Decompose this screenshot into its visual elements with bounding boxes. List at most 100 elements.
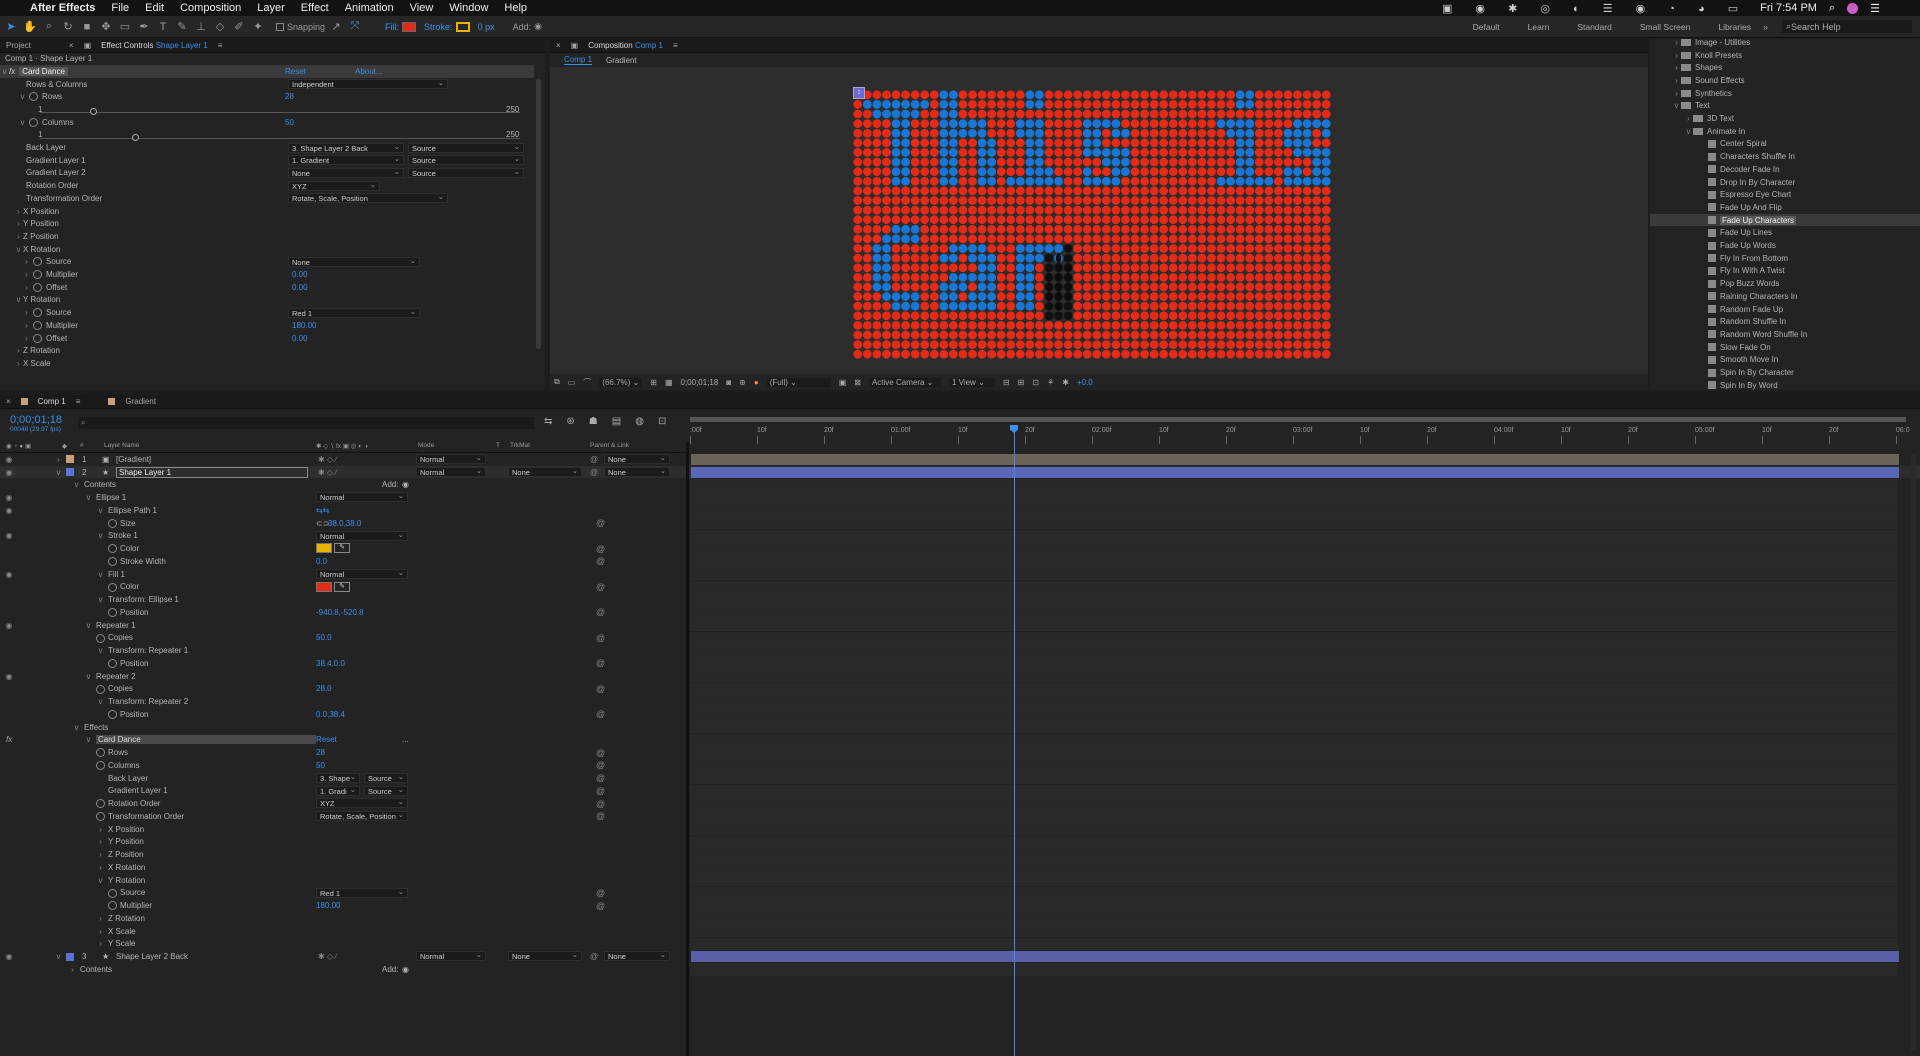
type-tool-icon[interactable]: T xyxy=(155,19,171,35)
property-row[interactable]: v Transform: Repeater 2 xyxy=(0,695,1920,708)
fx-icon[interactable]: fx xyxy=(9,67,15,76)
camera-dropdown[interactable]: Active Camera ⌄ xyxy=(868,377,941,387)
effect-row-source[interactable]: › Source None xyxy=(0,256,534,269)
stopwatch-icon[interactable] xyxy=(33,270,42,280)
expression-pickwhip-icon[interactable]: @ xyxy=(596,684,605,694)
effects-item[interactable]: Random Fade Up xyxy=(1650,303,1920,316)
lock-icon[interactable]: ▣ xyxy=(84,41,92,50)
property-row[interactable]: Back Layer3. ShapeSource@ xyxy=(0,771,1920,785)
twirl-right-icon[interactable]: › xyxy=(96,850,105,859)
menu-layer[interactable]: Layer xyxy=(257,2,285,14)
tab-timeline-gradient[interactable]: Gradient xyxy=(125,397,156,406)
fill-swatch[interactable] xyxy=(402,21,417,32)
twirl-down-icon[interactable]: v xyxy=(96,531,105,540)
timeline-track[interactable] xyxy=(690,797,1898,810)
property-row[interactable]: Position 38.4,0.0 @ xyxy=(0,657,1920,670)
twirl-down-icon[interactable]: v xyxy=(84,735,93,744)
layer-dropdown[interactable]: 1. Gradi xyxy=(316,785,360,796)
effects-item[interactable]: Random Word Shuffle In xyxy=(1650,328,1920,341)
close-icon[interactable]: × xyxy=(556,41,561,50)
layer-row[interactable]: ◉ v 2 ★ Shape Layer 1 ✱ ◇ ∕ Normal None … xyxy=(0,465,1920,479)
parent-dropdown[interactable]: None xyxy=(604,466,670,477)
effect-row-z-position[interactable]: › Z Position xyxy=(0,230,534,243)
eraser-tool-icon[interactable]: ◇ xyxy=(212,19,228,35)
col-layer-name[interactable]: Layer Name xyxy=(104,442,139,449)
snap-icon[interactable]: ↗ xyxy=(328,19,344,35)
zoom-dropdown[interactable]: (66.7%) ⌄ xyxy=(599,377,643,387)
region-icon[interactable]: ⊞ xyxy=(650,378,657,387)
timeline-track[interactable] xyxy=(690,491,1898,504)
property-value[interactable]: 50.0 xyxy=(316,633,332,642)
menu-file[interactable]: File xyxy=(111,2,129,14)
source-dropdown[interactable]: Source xyxy=(364,772,408,783)
property-row[interactable]: fx v Card Dance Reset... xyxy=(0,733,1920,747)
layer-row[interactable]: ◉ › 1 ▣ [Gradient] ✱ ◇ ∕ Normal @ None xyxy=(0,453,1920,466)
snapping-toggle[interactable]: Snapping xyxy=(276,22,325,32)
effects-item[interactable]: Characters Shuffle In xyxy=(1650,150,1920,163)
pen-tool-icon[interactable]: ✒ xyxy=(136,19,152,35)
effect-row-gradient-layer-2[interactable]: Gradient Layer 2NoneSource xyxy=(0,167,534,180)
effects-item[interactable]: Fade Up Characters xyxy=(1650,213,1920,227)
siri-icon[interactable] xyxy=(1847,2,1859,14)
effect-dropdown[interactable]: Rotate, Scale, Position xyxy=(288,192,448,204)
effects-item[interactable]: › 3D Text xyxy=(1650,112,1920,125)
mask-visibility-icon[interactable]: ⌒ xyxy=(583,377,591,388)
timeline-divider[interactable] xyxy=(686,442,689,1056)
effects-item[interactable]: Smooth Move In xyxy=(1650,354,1920,367)
stopwatch-icon[interactable] xyxy=(96,684,105,694)
expression-pickwhip-icon[interactable]: @ xyxy=(596,582,605,592)
effect-value[interactable]: 0.00 xyxy=(292,334,308,343)
property-row[interactable]: › Z Rotation xyxy=(0,912,1920,925)
stopwatch-icon[interactable] xyxy=(108,608,117,617)
layer-switches-icons[interactable]: ✱ ◇ ∕ xyxy=(318,455,337,464)
timeline-track[interactable] xyxy=(690,759,1898,772)
stopwatch-icon[interactable] xyxy=(96,761,105,770)
menu-view[interactable]: View xyxy=(410,2,434,14)
effect-row-offset[interactable]: › Offset 0.00 xyxy=(0,332,534,345)
twirl-down-icon[interactable]: v xyxy=(14,245,23,254)
stopwatch-icon[interactable] xyxy=(33,308,42,318)
timeline-track[interactable] xyxy=(690,516,1898,530)
expression-pickwhip-icon[interactable]: @ xyxy=(596,786,605,796)
property-row[interactable]: › X Scale xyxy=(0,924,1920,938)
timeline-vscrollbar[interactable] xyxy=(1911,455,1916,1051)
effect-row-x-scale[interactable]: › X Scale xyxy=(0,357,534,370)
effect-row-gradient-layer-1[interactable]: Gradient Layer 11. GradientSource xyxy=(0,154,534,167)
property-row[interactable]: Copies 50.0 @ xyxy=(0,631,1920,645)
twirl-right-icon[interactable]: › xyxy=(96,825,105,834)
motion-blur-icon[interactable]: ◍ xyxy=(635,416,644,427)
twirl-right-icon[interactable]: › xyxy=(14,207,23,216)
color-swatch[interactable] xyxy=(316,543,332,554)
timecode[interactable]: 0;00;01;18 xyxy=(10,414,62,426)
property-row[interactable]: Rotation OrderXYZ@ xyxy=(0,797,1920,810)
timeline-track[interactable] xyxy=(690,899,1898,912)
expression-pickwhip-icon[interactable]: @ xyxy=(596,748,605,758)
twirl-right-icon[interactable]: › xyxy=(96,927,105,936)
layer-duration-bar[interactable] xyxy=(691,951,1899,963)
stopwatch-icon[interactable] xyxy=(33,282,42,292)
menu-effect[interactable]: Effect xyxy=(301,2,329,14)
twirl-icon[interactable]: v xyxy=(18,118,27,127)
slider-track[interactable] xyxy=(40,137,520,139)
effects-item[interactable]: Random Shuffle In xyxy=(1650,315,1920,328)
monitor-icon[interactable]: ▭ xyxy=(568,378,576,387)
twirl-right-icon[interactable]: › xyxy=(14,219,23,228)
effect-row-x-position[interactable]: › X Position xyxy=(0,205,534,218)
menu-composition[interactable]: Composition xyxy=(180,2,241,14)
graph-editor-icon[interactable]: ⊡ xyxy=(658,416,666,427)
stopwatch-icon[interactable] xyxy=(108,582,117,592)
stopwatch-icon[interactable] xyxy=(108,710,117,719)
twirl-icon[interactable]: v xyxy=(54,952,63,961)
timeline-track[interactable] xyxy=(690,771,1898,785)
effects-item[interactable]: Fade Up Words xyxy=(1650,239,1920,252)
tab-project[interactable]: Project xyxy=(6,41,31,50)
effects-item[interactable]: Spin In By Word xyxy=(1650,379,1920,390)
property-row[interactable]: vY Rotation xyxy=(0,873,1920,887)
path-shape-icon[interactable]: ⇆⇆ xyxy=(316,506,329,515)
source-dropdown[interactable]: Source xyxy=(408,167,524,178)
twirl-right-icon[interactable]: › xyxy=(1672,51,1681,60)
property-dropdown[interactable]: Normal xyxy=(316,491,408,503)
property-row[interactable]: Multiplier 180.00 @ xyxy=(0,899,1920,912)
timeline-track[interactable] xyxy=(690,963,1898,976)
timeline-track[interactable] xyxy=(690,924,1898,938)
